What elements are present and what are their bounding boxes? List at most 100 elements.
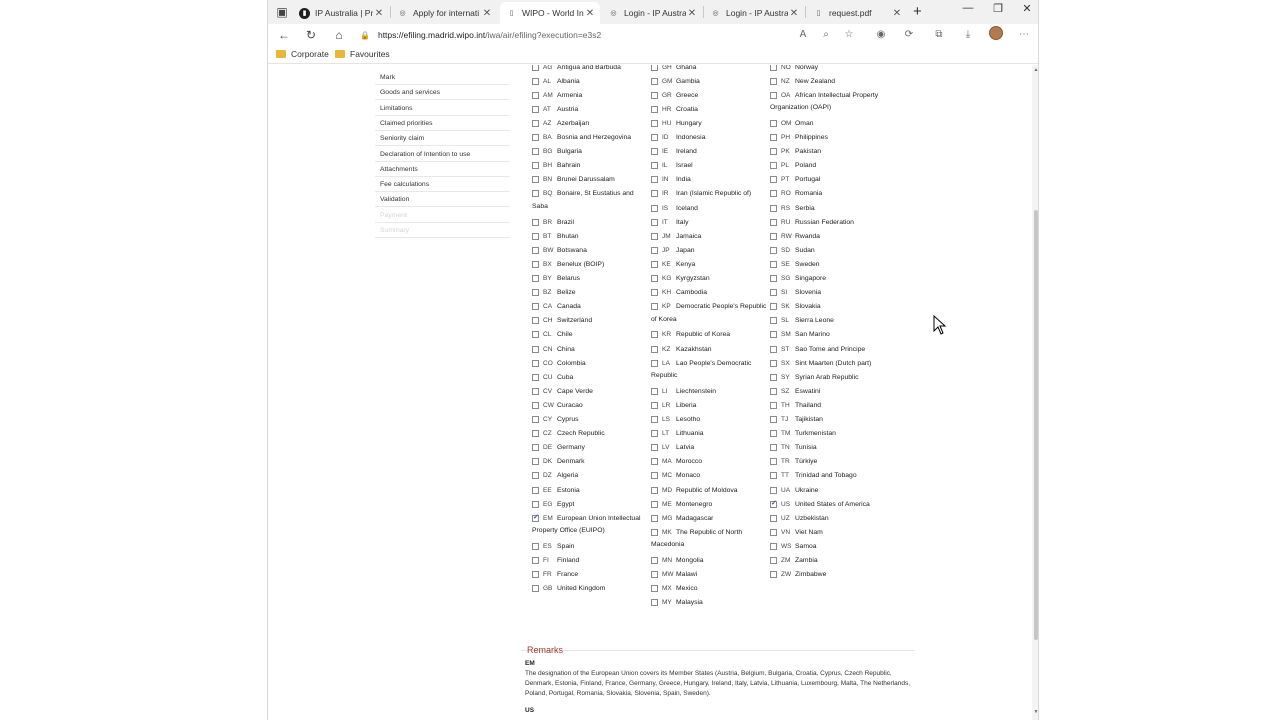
country-checkbox[interactable] xyxy=(651,359,658,367)
country-option-sz[interactable]: SZ Eswatini xyxy=(770,385,820,397)
country-checkbox[interactable] xyxy=(532,77,539,85)
country-option-mx[interactable]: MX Mexico xyxy=(651,583,698,595)
country-checkbox[interactable] xyxy=(651,387,658,395)
country-option-pt[interactable]: PT Portugal xyxy=(770,174,820,186)
favourite-corporate[interactable]: Corporate xyxy=(276,49,329,59)
country-checkbox[interactable] xyxy=(651,514,658,522)
country-option-pk[interactable]: PK Pakistan xyxy=(770,146,821,158)
country-option-mn[interactable]: MN Mongolia xyxy=(651,555,704,567)
country-checkbox[interactable] xyxy=(770,458,777,466)
country-option-lr[interactable]: LR Liberia xyxy=(651,399,696,411)
country-option-kr[interactable]: KR Republic of Korea xyxy=(651,329,730,341)
maximize-icon[interactable]: ❐ xyxy=(984,2,1012,15)
country-option-gm[interactable]: GM Gambia xyxy=(651,75,700,87)
country-option-cu[interactable]: CU Cuba xyxy=(532,371,573,383)
country-option-bq[interactable]: BQ Bonaire, St Eustatius and xyxy=(532,188,634,200)
country-option-ro[interactable]: RO Romania xyxy=(770,188,822,200)
country-checkbox[interactable] xyxy=(532,401,539,409)
country-option-cy[interactable]: CY Cyprus xyxy=(532,414,579,426)
country-checkbox[interactable] xyxy=(532,91,539,99)
sidebar-item-claimed-priorities[interactable]: Claimed priorities xyxy=(375,116,510,131)
zoom-icon[interactable]: ⌕ xyxy=(818,27,834,43)
country-checkbox[interactable] xyxy=(770,416,777,423)
country-option-bn[interactable]: BN Brunei Darussalam xyxy=(532,174,615,186)
country-checkbox[interactable] xyxy=(651,472,658,480)
country-option-il[interactable]: IL Israel xyxy=(651,160,693,172)
country-option-md[interactable]: MD Republic of Moldova xyxy=(651,484,738,496)
country-checkbox[interactable] xyxy=(770,331,777,339)
country-checkbox[interactable] xyxy=(532,472,539,480)
country-checkbox[interactable] xyxy=(770,289,777,297)
country-checkbox[interactable] xyxy=(532,275,539,282)
country-checkbox[interactable] xyxy=(532,176,539,184)
country-option-bx[interactable]: BX Benelux (BOIP) xyxy=(532,258,604,270)
country-checkbox[interactable] xyxy=(532,148,539,156)
country-option-cl[interactable]: CL Chile xyxy=(532,329,573,341)
close-tab-icon[interactable]: ✕ xyxy=(686,8,698,19)
country-checkbox[interactable] xyxy=(770,303,777,311)
sidebar-item-limitations[interactable]: Limitations xyxy=(375,101,510,116)
scroll-up-icon[interactable]: ▲ xyxy=(1032,67,1038,75)
browser-tab[interactable]: ◎ Apply for internati ✕ xyxy=(391,2,497,24)
country-option-nz[interactable]: NZ New Zealand xyxy=(770,75,835,87)
country-option-mc[interactable]: MC Monaco xyxy=(651,470,700,482)
country-option-se[interactable]: SE Sweden xyxy=(770,258,820,270)
country-option-dk[interactable]: DK Denmark xyxy=(532,456,585,468)
country-option-lv[interactable]: LV Latvia xyxy=(651,442,694,454)
country-option-sk[interactable]: SK Slovakia xyxy=(770,301,821,313)
country-option-om[interactable]: OM Oman xyxy=(770,117,814,129)
country-option-ca[interactable]: CA Canada xyxy=(532,301,581,313)
country-option-no[interactable]: NO Norway xyxy=(770,65,818,73)
country-checkbox[interactable] xyxy=(651,176,658,184)
country-checkbox[interactable] xyxy=(651,260,658,268)
country-checkbox[interactable] xyxy=(532,260,539,268)
country-checkbox[interactable] xyxy=(770,444,777,452)
country-checkbox[interactable] xyxy=(651,500,658,508)
country-checkbox[interactable] xyxy=(532,486,539,494)
country-option-la[interactable]: LA Lao People's Democratic xyxy=(651,357,751,369)
address-bar[interactable]: 🔒 https://efiling.madrid.wipo.int/iwa/ai… xyxy=(360,26,860,44)
country-option-tr[interactable]: TR Türkiye xyxy=(770,456,817,468)
country-option-hu[interactable]: HU Hungary xyxy=(651,117,702,129)
country-checkbox[interactable] xyxy=(651,77,658,85)
country-checkbox[interactable] xyxy=(532,190,539,198)
country-option-hr[interactable]: HR Croatia xyxy=(651,103,698,115)
collections-icon[interactable]: ⧉ xyxy=(931,27,947,43)
country-option-dz[interactable]: DZ Algeria xyxy=(532,470,578,482)
country-checkbox[interactable] xyxy=(532,218,539,226)
country-checkbox[interactable] xyxy=(532,585,539,593)
country-option-zw[interactable]: ZW Zimbabwe xyxy=(770,569,826,581)
sidebar-item-goods-and-services[interactable]: Goods and services xyxy=(375,85,510,101)
country-checkbox[interactable] xyxy=(770,472,777,480)
country-option-tt[interactable]: TT Trinidad and Tobago xyxy=(770,470,857,482)
country-checkbox[interactable] xyxy=(532,317,539,325)
country-checkbox[interactable] xyxy=(770,148,777,156)
close-tab-icon[interactable]: ✕ xyxy=(788,8,800,19)
country-option-gr[interactable]: GR Greece xyxy=(651,89,698,101)
country-option-ag[interactable]: AG Antigua and Barbuda xyxy=(532,65,621,73)
country-option-id[interactable]: ID Indonesia xyxy=(651,132,705,144)
country-option-ws[interactable]: WS Samoa xyxy=(770,540,817,552)
country-checkbox[interactable] xyxy=(770,373,777,381)
country-option-am[interactable]: AM Armenia xyxy=(532,89,582,101)
sidebar-item-attachments[interactable]: Attachments xyxy=(375,162,510,177)
country-option-jp[interactable]: JP Japan xyxy=(651,244,695,256)
country-checkbox[interactable] xyxy=(532,105,539,113)
country-checkbox[interactable] xyxy=(770,401,777,409)
country-option-eg[interactable]: EG Egypt xyxy=(532,498,574,510)
country-option-ch[interactable]: CH Switzerland xyxy=(532,315,592,327)
country-option-zm[interactable]: ZM Zambia xyxy=(770,555,818,567)
country-checkbox[interactable] xyxy=(770,359,777,367)
country-option-cn[interactable]: CN China xyxy=(532,343,575,355)
country-checkbox[interactable] xyxy=(651,91,658,99)
country-checkbox[interactable] xyxy=(651,430,658,438)
country-checkbox[interactable] xyxy=(770,486,777,494)
country-option-cv[interactable]: CV Cape Verde xyxy=(532,385,593,397)
browser-tab[interactable]: ◎ Login - IP Australi ✕ xyxy=(704,2,804,24)
country-option-ma[interactable]: MA Morocco xyxy=(651,456,702,468)
country-checkbox[interactable] xyxy=(651,119,658,127)
country-checkbox[interactable] xyxy=(651,190,658,198)
country-option-fi[interactable]: FI Finland xyxy=(532,555,579,567)
country-option-tn[interactable]: TN Tunisia xyxy=(770,442,817,454)
profile-avatar[interactable] xyxy=(989,26,1003,40)
